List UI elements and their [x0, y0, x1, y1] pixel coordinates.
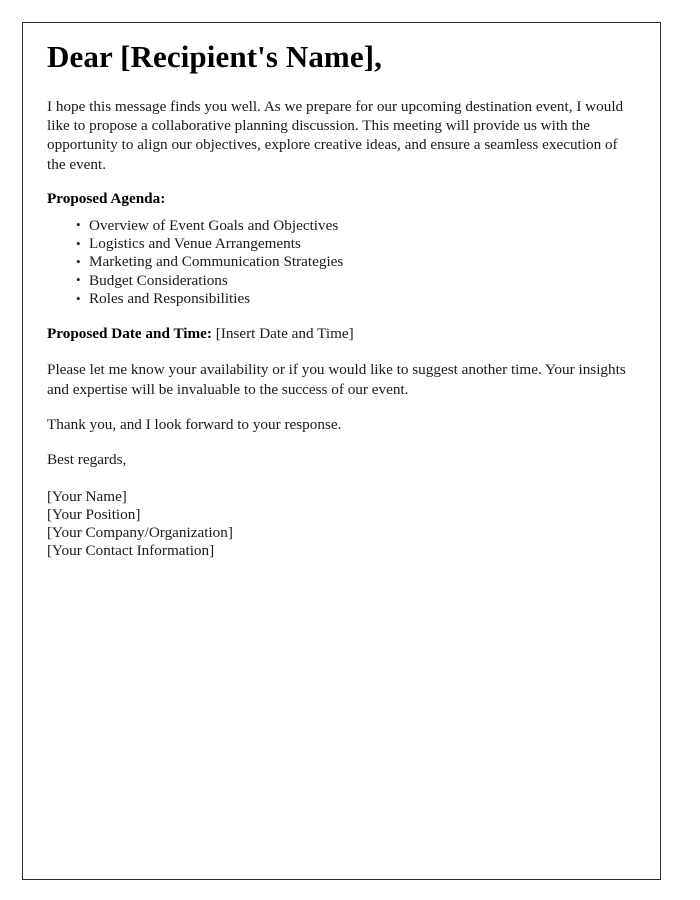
intro-paragraph: I hope this message finds you well. As w…	[47, 97, 624, 173]
thanks-paragraph: Thank you, and I look forward to your re…	[47, 415, 342, 433]
signature-position: [Your Position]	[47, 505, 141, 523]
list-item: Roles and Responsibilities	[76, 290, 626, 309]
proposed-datetime-line: Proposed Date and Time: [Insert Date and…	[47, 324, 626, 343]
proposed-datetime-value: [Insert Date and Time]	[215, 324, 354, 342]
list-item: Marketing and Communication Strategies	[76, 253, 626, 272]
signoff-line: Best regards,	[47, 451, 127, 469]
list-item: Budget Considerations	[76, 271, 626, 290]
signature-organization: [Your Company/Organization]	[47, 524, 233, 542]
letter-salutation-heading: Dear [Recipient's Name],	[47, 39, 382, 74]
signature-block: [Your Name] [Your Position] [Your Compan…	[47, 488, 626, 561]
list-item: Overview of Event Goals and Objectives	[76, 216, 626, 235]
proposed-datetime-label: Proposed Date and Time:	[47, 324, 212, 342]
availability-paragraph: Please let me know your availability or …	[47, 361, 626, 398]
document-page: Dear [Recipient's Name], I hope this mes…	[22, 22, 661, 880]
document-content: Dear [Recipient's Name], I hope this mes…	[47, 39, 626, 561]
list-item: Logistics and Venue Arrangements	[76, 235, 626, 254]
agenda-heading: Proposed Agenda:	[47, 190, 166, 208]
signature-name: [Your Name]	[47, 487, 127, 505]
agenda-list: Overview of Event Goals and Objectives L…	[47, 216, 626, 309]
signature-contact: [Your Contact Information]	[47, 542, 215, 560]
